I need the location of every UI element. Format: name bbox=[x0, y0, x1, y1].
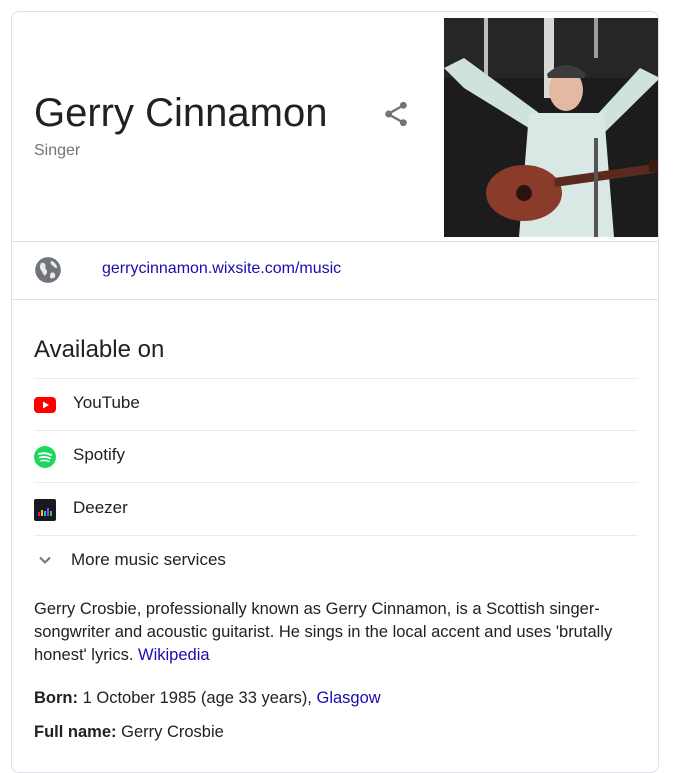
fact-value: Gerry Crosbie bbox=[121, 723, 224, 741]
entity-photo[interactable] bbox=[444, 18, 659, 237]
panel-header: Gerry Cinnamon Singer bbox=[12, 12, 658, 241]
chevron-down-icon bbox=[39, 556, 51, 564]
description-text: Gerry Crosbie, professionally known as G… bbox=[34, 600, 613, 664]
website-row: gerrycinnamon.wixsite.com/music bbox=[12, 242, 658, 299]
deezer-icon bbox=[34, 499, 56, 521]
fact-born: Born: 1 October 1985 (age 33 years), Gla… bbox=[34, 689, 381, 708]
more-music-services-button[interactable]: More music services bbox=[34, 548, 334, 574]
fact-label: Born: bbox=[34, 689, 78, 707]
entity-description: Gerry Crosbie, professionally known as G… bbox=[34, 598, 638, 667]
fact-value: 1 October 1985 (age 33 years), bbox=[82, 689, 312, 707]
service-spotify[interactable]: Spotify bbox=[34, 436, 638, 476]
entity-title: Gerry Cinnamon bbox=[34, 91, 328, 135]
service-youtube[interactable]: YouTube bbox=[34, 384, 638, 424]
divider bbox=[34, 482, 638, 483]
entity-subtitle: Singer bbox=[34, 142, 81, 159]
divider bbox=[34, 378, 638, 379]
more-services-label: More music services bbox=[71, 550, 226, 569]
fact-label: Full name: bbox=[34, 723, 117, 741]
available-on-heading: Available on bbox=[34, 336, 165, 363]
globe-icon bbox=[35, 257, 61, 283]
service-deezer[interactable]: Deezer bbox=[34, 489, 638, 529]
service-label: YouTube bbox=[73, 393, 140, 412]
divider bbox=[12, 299, 658, 300]
youtube-icon bbox=[34, 397, 56, 413]
divider bbox=[34, 430, 638, 431]
website-link[interactable]: gerrycinnamon.wixsite.com/music bbox=[102, 260, 341, 278]
service-label: Deezer bbox=[73, 498, 128, 517]
wikipedia-link[interactable]: Wikipedia bbox=[138, 646, 210, 664]
knowledge-panel: Gerry Cinnamon Singer gerrycinnamon.wixs… bbox=[11, 11, 659, 773]
divider bbox=[34, 535, 638, 536]
share-icon[interactable] bbox=[380, 98, 412, 130]
service-label: Spotify bbox=[73, 445, 125, 464]
birthplace-link[interactable]: Glasgow bbox=[317, 689, 381, 707]
spotify-icon bbox=[34, 446, 56, 468]
fact-full-name: Full name: Gerry Crosbie bbox=[34, 723, 224, 742]
